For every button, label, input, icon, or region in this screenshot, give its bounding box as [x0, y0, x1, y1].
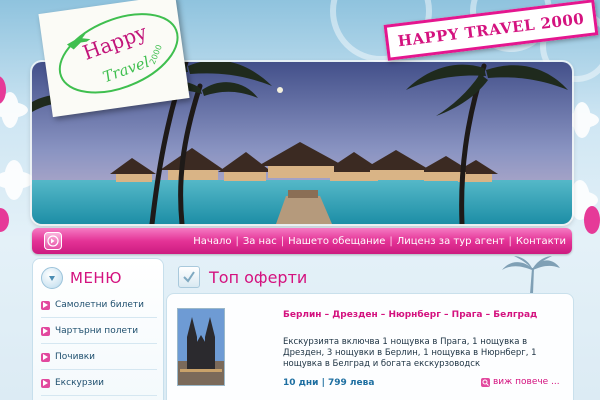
- menu-title: МЕНЮ: [70, 269, 122, 287]
- nav-separator: |: [508, 235, 512, 247]
- menu-item-flight-tickets[interactable]: Самолетни билети: [41, 293, 157, 318]
- menu-item-holidays[interactable]: Почивки: [41, 345, 157, 370]
- nav-separator: |: [389, 235, 393, 247]
- arrow-right-circle-icon: [47, 235, 59, 247]
- arrow-down-icon: [49, 276, 55, 281]
- arrow-right-icon: [41, 352, 50, 362]
- offer-more-label: виж повече ...: [493, 377, 560, 387]
- nav-link-about[interactable]: За нас: [243, 236, 277, 247]
- menu-badge: [41, 267, 63, 289]
- menu-item-excursions[interactable]: Екскурзии: [41, 371, 157, 396]
- menu-item-label: Екскурзии: [55, 378, 105, 388]
- nav-link-contacts[interactable]: Контакти: [516, 236, 566, 247]
- decor-palm-icon: [502, 256, 560, 294]
- menu-header: МЕНЮ: [41, 266, 153, 290]
- nav-home-button[interactable]: [44, 232, 62, 250]
- arrow-right-icon: [41, 300, 50, 310]
- logo[interactable]: Happy Travel 2000: [38, 0, 190, 118]
- nav-separator: |: [235, 235, 239, 247]
- menu-item-label: Чартърни полети: [55, 326, 139, 336]
- nav-link-promise[interactable]: Нашето обещание: [288, 236, 385, 247]
- section-title: Топ оферти: [209, 267, 308, 287]
- offer-title[interactable]: Берлин – Дрезден – Нюрнберг – Прага – Бе…: [283, 310, 537, 320]
- offer-card: Берлин – Дрезден – Нюрнберг – Прага – Бе…: [166, 293, 574, 400]
- nav-separator: |: [280, 235, 285, 247]
- section-badge: [178, 266, 200, 288]
- offer-more-link[interactable]: виж повече ...: [481, 377, 560, 387]
- offer-thumbnail[interactable]: [177, 308, 225, 386]
- arrow-right-icon: [41, 378, 50, 388]
- offer-description: Екскурзията включва 1 нощувка в Прага, 1…: [283, 337, 537, 369]
- menu-item-label: Почивки: [55, 352, 96, 362]
- section-header: Топ оферти: [178, 266, 307, 288]
- magnifier-icon: [481, 377, 490, 387]
- checkmark-icon: [183, 271, 195, 283]
- offer-photo: [178, 309, 224, 385]
- arrow-right-icon: [41, 326, 50, 336]
- nav-link-license[interactable]: Лиценз за тур агент: [397, 236, 505, 247]
- menu-item-label: Самолетни билети: [55, 300, 145, 310]
- logo-year: 2000: [148, 43, 164, 65]
- page: Happy Travel 2000 HAPPY TRAVEL 2000 Нача…: [0, 0, 600, 400]
- main-nav: Начало | За нас | Нашето обещание | Лице…: [32, 228, 572, 254]
- nav-link-home[interactable]: Начало: [193, 236, 231, 247]
- side-menu: МЕНЮ Самолетни билети Чартърни полети По…: [32, 258, 164, 400]
- nav-links: Начало | За нас | Нашето обещание | Лице…: [193, 228, 566, 254]
- logo-word-bottom: Travel: [100, 53, 152, 86]
- menu-item-charter-flights[interactable]: Чартърни полети: [41, 319, 157, 344]
- logo-graphic: Happy Travel 2000: [58, 13, 179, 94]
- offer-duration-price: 10 дни | 799 лева: [283, 378, 375, 388]
